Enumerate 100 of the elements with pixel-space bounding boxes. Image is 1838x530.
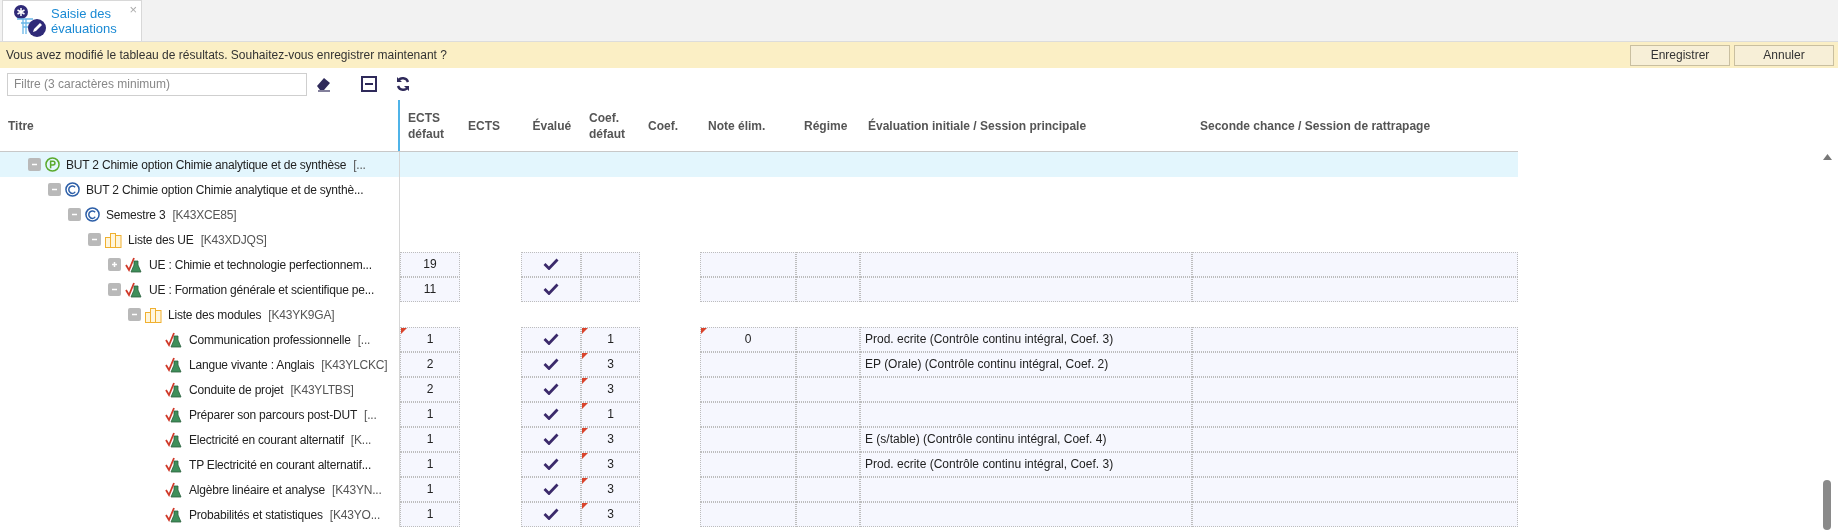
check-icon	[543, 383, 559, 395]
cell-text: 3	[607, 506, 614, 523]
tree-row[interactable]: Liste des modules [K43YK9GA]	[0, 302, 1518, 327]
cell-text: 3	[607, 456, 614, 473]
expand-toggle[interactable]	[108, 258, 121, 271]
cell-text: 3	[607, 481, 614, 498]
column-header[interactable]: Coef.	[648, 117, 693, 134]
row-title: Conduite de projet	[189, 381, 284, 399]
check-flask-icon	[125, 281, 143, 298]
scroll-up-icon[interactable]	[1822, 154, 1832, 160]
cell-text: 3	[607, 381, 614, 398]
cell-text: 11	[423, 281, 437, 298]
cell-text: Prod. ecrite (Contrôle continu intégral, Coef. 3)	[864, 456, 1115, 473]
cell-text: Prod. ecrite (Contrôle continu intégral, Coef. 3)	[864, 331, 1115, 348]
refresh-icon[interactable]	[395, 76, 411, 92]
column-header[interactable]: Évaluation initiale / Session principale	[868, 117, 1087, 134]
column-header[interactable]: ECTS défaut	[408, 109, 453, 142]
row-code: [...	[364, 406, 377, 424]
column-header[interactable]: Note élim.	[708, 117, 766, 134]
row-title: Probabilités et statistiques	[189, 506, 323, 524]
tree-row[interactable]: BUT 2 Chimie option Chimie analytique et de synthè...	[0, 177, 1518, 202]
column-header[interactable]: Évalué	[532, 117, 578, 134]
check-icon	[543, 458, 559, 470]
column-header[interactable]: Seconde chance / Session de rattrapage	[1200, 117, 1431, 134]
row-code: [K43YN...	[332, 481, 382, 499]
filter-field[interactable]: Filtre (3 caractères minimum)	[7, 72, 307, 96]
banner-message: Vous avez modifié le tableau de résultats. Souhaitez-vous enregistrer maintenant ?	[6, 47, 447, 64]
cell-text: 2	[426, 356, 434, 373]
column-header[interactable]: Coef. défaut	[589, 109, 634, 142]
cell-text: 1	[426, 481, 434, 498]
tree-row[interactable]: Communication professionnelle [... 1 1 0 Prod. ecrite (Contrôle continu intégral, Coef. 3)	[0, 327, 1518, 352]
collapse-all-icon[interactable]	[361, 76, 377, 92]
table-cell	[796, 476, 860, 502]
row-code: [K43YK9GA]	[268, 306, 335, 324]
row-code: [K43YLCKC]	[321, 356, 388, 374]
table-cell	[796, 351, 860, 377]
column-header[interactable]: ECTS	[468, 117, 513, 134]
tree-row[interactable]: Algèbre linéaire et analyse [K43YN... 1 3	[0, 477, 1518, 502]
module-tab[interactable]: Saisie des évaluations ×	[2, 0, 142, 41]
row-title: BUT 2 Chimie option Chimie analytique et de synthè...	[86, 181, 364, 199]
check-flask-icon	[165, 406, 183, 423]
cell-text: 19	[423, 256, 437, 273]
plus-icon	[110, 260, 119, 269]
row-code: [K43XDJQS]	[200, 231, 267, 249]
modified-flag-icon	[701, 327, 707, 334]
collapse-toggle[interactable]	[108, 283, 121, 296]
cell-text: 1	[426, 331, 434, 348]
cell-text: E (s/table) (Contrôle continu intégral, Coef. 4)	[864, 431, 1108, 448]
tree-row[interactable]: UE : Chimie et technologie perfectionnem... 19	[0, 252, 1518, 277]
check-icon	[543, 333, 559, 345]
cell-text: 1	[426, 456, 434, 473]
cell-text: 1	[426, 406, 434, 423]
tree-row[interactable]: BUT 2 Chimie option Chimie analytique et de synthèse [...	[0, 152, 1518, 177]
collapse-toggle[interactable]	[128, 308, 141, 321]
books-icon	[105, 231, 122, 248]
check-icon	[543, 508, 559, 520]
table-cell	[796, 251, 860, 277]
collapse-toggle[interactable]	[48, 183, 61, 196]
save-button[interactable]: Enregistrer	[1630, 44, 1730, 66]
row-title: Algèbre linéaire et analyse	[189, 481, 326, 499]
table-cell	[796, 401, 860, 427]
column-header[interactable]: Titre	[8, 117, 34, 134]
check-flask-icon	[165, 431, 183, 448]
tree-row[interactable]: TP Electricité en courant alternatif... 1 3 Prod. ecrite (Contrôle continu intégral, Coef. 3)	[0, 452, 1518, 477]
cell-text: EP (Orale) (Contrôle continu intégral, Coef. 2)	[864, 356, 1110, 373]
cell-text: 3	[607, 431, 614, 448]
tree-row[interactable]: Liste des UE [K43XDJQS]	[0, 227, 1518, 252]
tree-row[interactable]: Semestre 3 [K43XCE85]	[0, 202, 1518, 227]
tree-row[interactable]: Préparer son parcours post-DUT [... 1 1	[0, 402, 1518, 427]
collapse-toggle[interactable]	[68, 208, 81, 221]
eraser-icon[interactable]	[315, 76, 333, 92]
tree-row[interactable]: Langue vivante : Anglais [K43YLCKC] 2 3 EP (Orale) (Contrôle continu intégral, Coef. 2)	[0, 352, 1518, 377]
table-cell	[796, 451, 860, 477]
check-flask-icon	[165, 481, 183, 498]
tree-row[interactable]: Probabilités et statistiques [K43YO... 1 3	[0, 502, 1518, 527]
table-cell	[796, 501, 860, 527]
tree-row[interactable]: Conduite de projet [K43YLTBS] 2 3	[0, 377, 1518, 402]
tree-row[interactable]: UE : Formation générale et scientifique pe... 11	[0, 277, 1518, 302]
table-cell	[581, 251, 640, 277]
tab-label: Saisie des évaluations	[51, 6, 118, 36]
check-flask-icon	[125, 256, 143, 273]
row-title: Préparer son parcours post-DUT	[189, 406, 358, 424]
check-flask-icon	[165, 506, 183, 523]
table-cell	[581, 276, 640, 302]
modified-flag-icon	[401, 327, 407, 334]
cell-text: 1	[426, 431, 434, 448]
row-code: [...	[357, 331, 371, 349]
check-icon	[543, 258, 559, 270]
row-title: Semestre 3	[106, 206, 166, 224]
row-title: Liste des modules	[168, 306, 262, 324]
collapse-toggle[interactable]	[88, 233, 101, 246]
scrollbar-thumb[interactable]	[1823, 480, 1831, 530]
tree-row[interactable]: Electricité en courant alternatif [K... 1 3 E (s/table) (Contrôle continu intégral, Coef. 4)	[0, 427, 1518, 452]
column-header[interactable]: Régime	[804, 117, 848, 134]
table-cell	[796, 326, 860, 352]
collapse-toggle[interactable]	[28, 158, 41, 171]
row-title: Communication professionnelle	[189, 331, 351, 349]
row-code: [...	[353, 156, 366, 174]
cell-text: 1	[607, 406, 614, 423]
cancel-button[interactable]: Annuler	[1734, 44, 1834, 66]
